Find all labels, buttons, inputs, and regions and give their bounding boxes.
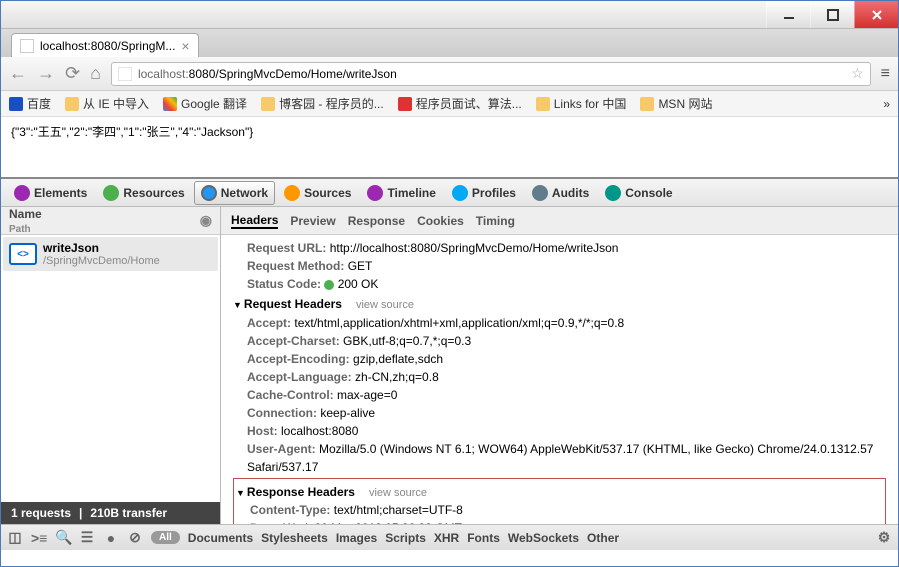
record-button[interactable]: ◉ [200, 212, 212, 229]
filter-images[interactable]: Images [336, 531, 377, 545]
browser-tab[interactable]: localhost:8080/SpringM... × [11, 33, 199, 57]
site-icon [398, 97, 412, 111]
tab-favicon [20, 39, 34, 53]
baidu-icon [9, 97, 23, 111]
bookmarks-bar: 百度 从 IE 中导入 Google 翻译 博客园 - 程序员的... 程序员面… [1, 91, 898, 117]
tab-sources[interactable]: Sources [277, 181, 358, 205]
sources-icon [284, 185, 300, 201]
devtools-tabs: Elements Resources Network Sources Timel… [1, 179, 898, 207]
response-headers-section[interactable]: Response Headersview source [236, 483, 883, 502]
filter-scripts[interactable]: Scripts [385, 531, 426, 545]
browser-tabbar: localhost:8080/SpringM... × [1, 29, 898, 57]
network-status-bar: 1 requests|210B transfer [1, 502, 220, 524]
elements-icon [14, 185, 30, 201]
request-list-header: NamePath ◉ [1, 207, 220, 235]
headers-detail: Request URL: http://localhost:8080/Sprin… [221, 235, 898, 524]
folder-icon [536, 97, 550, 111]
tab-close-icon[interactable]: × [181, 38, 189, 54]
subtab-timing[interactable]: Timing [476, 214, 515, 228]
window-titlebar [1, 1, 898, 29]
network-request-row[interactable]: <> writeJson /SpringMvcDemo/Home [3, 237, 218, 271]
nav-back-button[interactable]: ← [9, 63, 27, 84]
bookmark-folder[interactable]: 博客园 - 程序员的... [261, 95, 384, 112]
url-text: localhost:8080/SpringMvcDemo/Home/writeJ… [138, 66, 397, 81]
bookmark-folder[interactable]: Links for 中国 [536, 95, 627, 112]
response-body-text: {"3":"王五","2":"李四","1":"张三","4":"Jackson… [11, 125, 253, 139]
tab-console[interactable]: Console [598, 181, 679, 205]
settings-gear-icon[interactable]: ⚙ [876, 529, 892, 546]
chrome-menu-button[interactable]: ≡ [881, 65, 890, 83]
devtools-panel: Elements Resources Network Sources Timel… [1, 177, 898, 550]
filter-stylesheets[interactable]: Stylesheets [261, 531, 328, 545]
clear-button[interactable]: ⊘ [127, 529, 143, 546]
bookmark-item[interactable]: 程序员面试、算法... [398, 95, 522, 112]
request-type-icon: <> [9, 243, 37, 265]
profiles-icon [452, 185, 468, 201]
bookmark-folder[interactable]: MSN 网站 [640, 95, 712, 112]
devtools-footer: ◫ >≡ 🔍 ☰ ● ⊘ All Documents Stylesheets I… [1, 524, 898, 550]
view-source-link[interactable]: view source [369, 487, 427, 499]
page-content: {"3":"王五","2":"李四","1":"张三","4":"Jackson… [1, 117, 898, 177]
tab-audits[interactable]: Audits [525, 181, 596, 205]
bookmark-folder[interactable]: 从 IE 中导入 [65, 95, 149, 112]
nav-reload-button[interactable]: ⟳ [65, 63, 80, 84]
filter-documents[interactable]: Documents [188, 531, 253, 545]
list-view-button[interactable]: ☰ [79, 529, 95, 546]
tab-resources[interactable]: Resources [96, 181, 191, 205]
nav-forward-button[interactable]: → [37, 63, 55, 84]
timeline-icon [367, 185, 383, 201]
bookmark-item[interactable]: 百度 [9, 95, 51, 112]
filter-other[interactable]: Other [587, 531, 619, 545]
network-detail-tabs: Headers Preview Response Cookies Timing [221, 207, 898, 235]
window-maximize-button[interactable] [810, 1, 854, 28]
search-button[interactable]: 🔍 [55, 529, 71, 546]
subtab-response[interactable]: Response [348, 214, 405, 228]
window-close-button[interactable] [854, 1, 898, 28]
filter-websockets[interactable]: WebSockets [508, 531, 579, 545]
tab-timeline[interactable]: Timeline [360, 181, 442, 205]
site-icon [118, 67, 132, 81]
request-path: /SpringMvcDemo/Home [43, 255, 160, 267]
console-icon [605, 185, 621, 201]
tab-title: localhost:8080/SpringM... [40, 39, 175, 53]
view-source-link[interactable]: view source [356, 299, 414, 311]
filter-xhr[interactable]: XHR [434, 531, 459, 545]
subtab-cookies[interactable]: Cookies [417, 214, 464, 228]
nav-home-button[interactable]: ⌂ [90, 63, 101, 84]
request-name: writeJson [43, 241, 160, 255]
tab-profiles[interactable]: Profiles [445, 181, 523, 205]
bookmark-item[interactable]: Google 翻译 [163, 95, 247, 112]
response-headers-highlight: Response Headersview source Content-Type… [233, 478, 886, 525]
filter-fonts[interactable]: Fonts [467, 531, 500, 545]
request-headers-section[interactable]: Request Headersview source [233, 295, 886, 314]
subtab-headers[interactable]: Headers [231, 213, 278, 229]
folder-icon [261, 97, 275, 111]
audits-icon [532, 185, 548, 201]
tab-network[interactable]: Network [194, 181, 275, 205]
filter-all[interactable]: All [151, 531, 180, 544]
google-icon [163, 97, 177, 111]
subtab-preview[interactable]: Preview [290, 214, 335, 228]
record-toggle-button[interactable]: ● [103, 530, 119, 546]
console-toggle-button[interactable]: >≡ [31, 530, 47, 546]
folder-icon [65, 97, 79, 111]
url-input[interactable]: localhost:8080/SpringMvcDemo/Home/writeJ… [111, 62, 871, 86]
status-ok-icon [324, 280, 334, 290]
folder-icon [640, 97, 654, 111]
bookmark-star-icon[interactable]: ☆ [851, 65, 864, 82]
window-minimize-button[interactable] [766, 1, 810, 28]
tab-elements[interactable]: Elements [7, 181, 94, 205]
address-bar: ← → ⟳ ⌂ localhost:8080/SpringMvcDemo/Hom… [1, 57, 898, 91]
resources-icon [103, 185, 119, 201]
network-icon [201, 185, 217, 201]
dock-button[interactable]: ◫ [7, 529, 23, 546]
network-request-list: NamePath ◉ <> writeJson /SpringMvcDemo/H… [1, 207, 221, 524]
bookmarks-overflow-button[interactable]: » [883, 97, 890, 111]
